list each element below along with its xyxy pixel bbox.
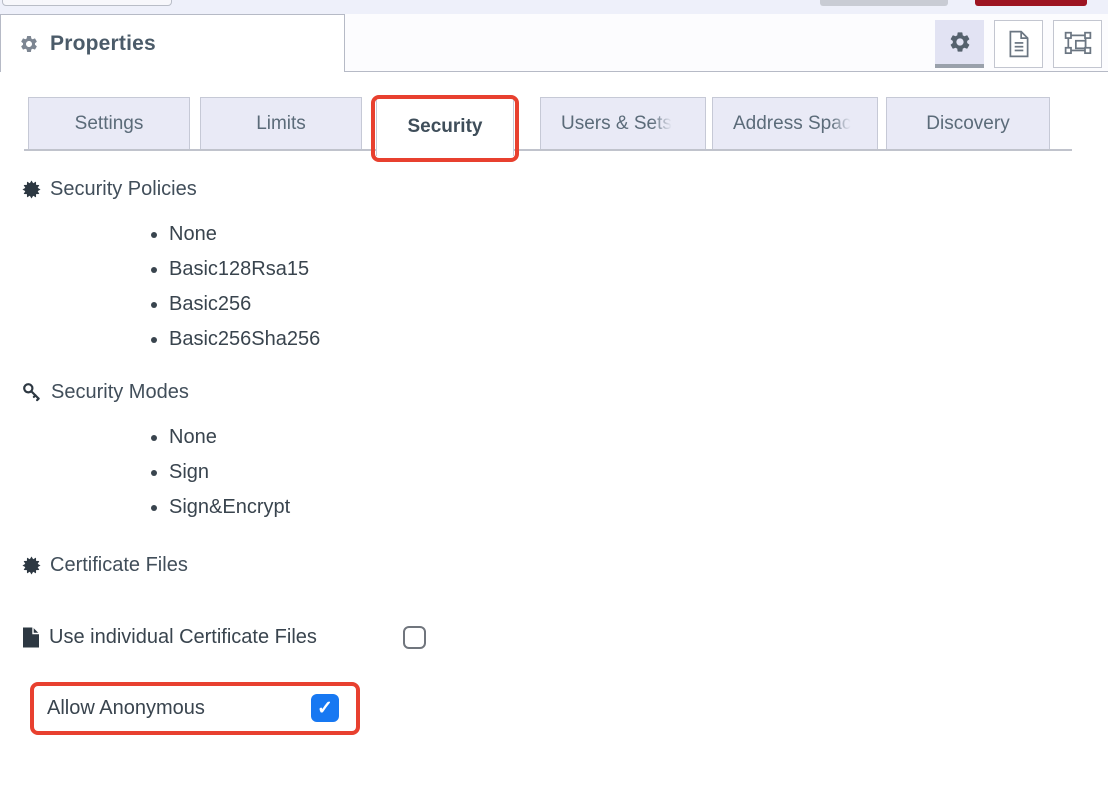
tab-address-space[interactable]: Address Spac: [712, 97, 878, 150]
security-modes-header: Security Modes: [22, 378, 1108, 406]
tab-label: Users & Sets: [561, 113, 672, 135]
certificate-files-header: Certificate Files: [22, 551, 1108, 579]
allow-anonymous-highlight-annotation: Allow Anonymous ✓: [30, 682, 360, 735]
properties-panel-tab[interactable]: Properties: [0, 14, 345, 72]
gear-icon: [19, 34, 39, 54]
use-individual-certificates-row: Use individual Certificate Files: [22, 615, 1108, 660]
tab-label: Settings: [75, 113, 144, 135]
security-modes-list: None Sign Sign&Encrypt: [22, 420, 1108, 525]
panel-header: Properties: [0, 14, 1108, 72]
tab-users-settings[interactable]: Users & Sets: [540, 97, 706, 150]
section-title: Security Policies: [50, 178, 197, 201]
properties-view-button[interactable]: [935, 20, 984, 68]
key-icon: [22, 382, 42, 402]
document-icon: [1006, 30, 1032, 58]
list-item: None: [169, 420, 1108, 455]
use-individual-certificates-label: Use individual Certificate Files: [49, 626, 317, 649]
checkmark-icon: ✓: [317, 697, 333, 720]
tab-baseline: [24, 149, 1072, 151]
list-item: Sign: [169, 455, 1108, 490]
list-item: None: [169, 217, 1108, 252]
security-policies-list: None Basic128Rsa15 Basic256 Basic256Sha2…: [22, 217, 1108, 357]
cropped-button-red: [975, 0, 1087, 6]
allow-anonymous-label: Allow Anonymous: [47, 697, 205, 720]
list-item: Basic128Rsa15: [169, 252, 1108, 287]
cropped-button-light: [2, 0, 172, 6]
list-item: Sign&Encrypt: [169, 490, 1108, 525]
allow-anonymous-checkbox[interactable]: ✓: [311, 694, 339, 722]
section-title: Security Modes: [51, 381, 189, 404]
seal-icon: [22, 556, 41, 575]
panel-title: Properties: [50, 32, 156, 56]
selection-view-button[interactable]: [1053, 20, 1102, 68]
tab-bar: Settings Limits Security Users & Sets Ad…: [0, 96, 1108, 153]
tab-settings[interactable]: Settings: [28, 97, 190, 150]
tab-label: Discovery: [926, 113, 1009, 135]
file-icon: [22, 627, 40, 648]
security-tab-content: Security Policies None Basic128Rsa15 Bas…: [0, 153, 1108, 735]
tab-security[interactable]: Security: [376, 96, 514, 156]
tab-label: Address Spac: [733, 113, 851, 135]
header-toolbar: [935, 20, 1102, 68]
tab-limits[interactable]: Limits: [200, 97, 362, 150]
tab-label: Limits: [256, 113, 306, 135]
selection-icon: [1064, 31, 1092, 57]
cropped-button-gray: [820, 0, 948, 6]
security-policies-header: Security Policies: [22, 175, 1108, 203]
use-individual-certificates-checkbox[interactable]: [403, 626, 426, 649]
tab-discovery[interactable]: Discovery: [886, 97, 1050, 150]
tab-label: Security: [408, 116, 483, 138]
top-strip: [0, 0, 1108, 14]
gear-icon: [948, 30, 972, 54]
list-item: Basic256: [169, 287, 1108, 322]
document-view-button[interactable]: [994, 20, 1043, 68]
section-title: Certificate Files: [50, 554, 188, 577]
list-item: Basic256Sha256: [169, 322, 1108, 357]
seal-icon: [22, 180, 41, 199]
